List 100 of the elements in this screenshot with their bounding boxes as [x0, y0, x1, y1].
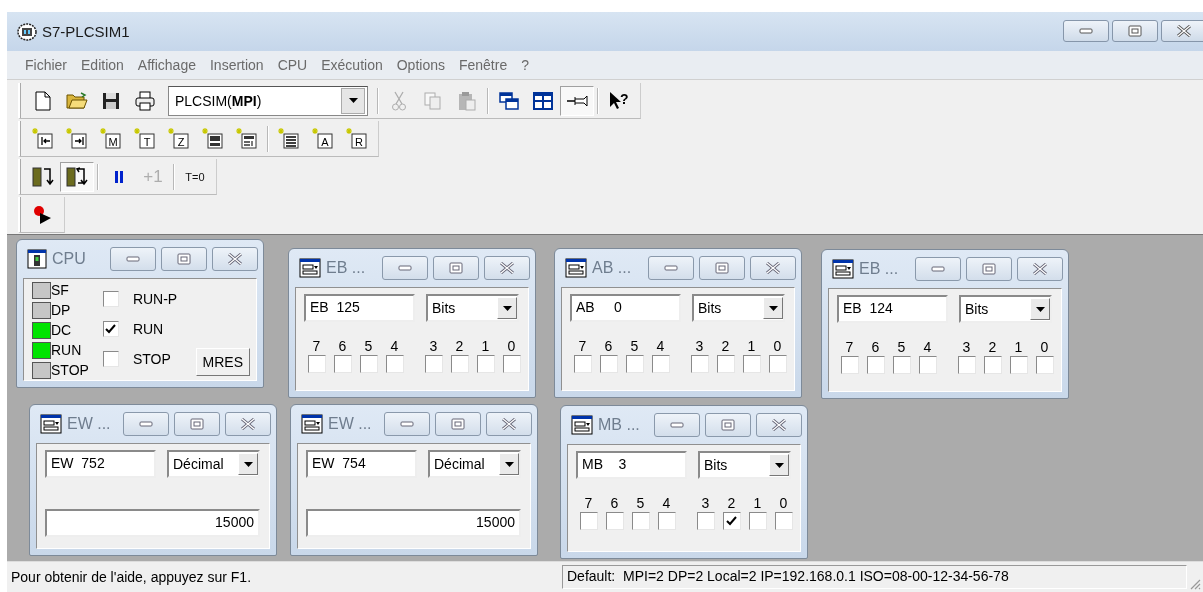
maximize-button[interactable] [161, 247, 207, 271]
close-button[interactable] [756, 413, 802, 437]
maximize-button[interactable] [435, 412, 481, 436]
menu-item[interactable]: CPU [270, 57, 315, 73]
close-button[interactable] [750, 256, 796, 280]
bit-checkbox[interactable] [696, 512, 715, 530]
menu-item[interactable]: Exécution [314, 57, 390, 73]
maximize-button[interactable] [699, 256, 745, 280]
address-field[interactable]: MB 3 [576, 451, 687, 479]
insert-window-button[interactable]: T [128, 123, 162, 154]
mode-checkbox[interactable] [102, 321, 119, 337]
bit-checkbox[interactable] [579, 512, 598, 530]
bit-checkbox[interactable] [307, 355, 326, 373]
menu-item[interactable]: Options [389, 57, 452, 73]
value-field[interactable]: 15000 [306, 509, 521, 537]
format-dropdown[interactable]: Bits [698, 451, 791, 479]
address-field[interactable]: EW 754 [306, 450, 417, 478]
minimize-button[interactable] [654, 413, 700, 437]
address-field[interactable]: EB 124 [837, 295, 948, 323]
close-button[interactable] [1017, 257, 1063, 281]
bit-checkbox[interactable] [1009, 356, 1028, 374]
bit-checkbox[interactable] [599, 355, 618, 373]
insert-window-button[interactable]: Z [162, 123, 196, 154]
format-dropdown[interactable]: Bits [692, 294, 785, 322]
address-field[interactable]: EB 125 [304, 294, 415, 322]
menu-item[interactable]: Fichier [18, 57, 74, 73]
continuous-scan-button[interactable] [60, 161, 94, 192]
minimize-button[interactable] [915, 257, 961, 281]
maximize-button[interactable] [174, 412, 220, 436]
bit-checkbox[interactable] [918, 356, 937, 374]
value-field[interactable]: 15000 [45, 509, 260, 537]
variable-window-icon [571, 415, 593, 435]
bit-checkbox[interactable] [774, 512, 793, 530]
connection-dropdown[interactable]: PLCSIM(MPI) [168, 85, 368, 116]
close-button[interactable] [484, 256, 530, 280]
close-button[interactable] [486, 412, 532, 436]
led-label: DC [51, 322, 72, 338]
pin-button[interactable] [560, 85, 594, 116]
bit-checkbox[interactable] [605, 512, 624, 530]
bit-checkbox[interactable] [476, 355, 495, 373]
format-dropdown[interactable]: Décimal [428, 450, 521, 478]
bit-checkbox[interactable] [625, 355, 644, 373]
variable-window-icon [301, 414, 323, 434]
format-dropdown[interactable]: Décimal [167, 450, 260, 478]
menu-item[interactable]: Insertion [202, 57, 271, 73]
mode-checkbox[interactable] [102, 351, 119, 367]
menu-item[interactable]: Fenêtre [451, 57, 515, 73]
checkmark-icon [105, 323, 117, 335]
bit-checkbox[interactable] [385, 355, 404, 373]
minimize-button[interactable] [648, 256, 694, 280]
minimize-button[interactable] [1063, 20, 1109, 42]
menu-item[interactable]: ? [514, 57, 536, 73]
bit-checkbox[interactable] [450, 355, 469, 373]
bit-checkbox[interactable] [651, 355, 670, 373]
reset-timers-button[interactable]: T=0 [178, 161, 212, 192]
bit-checkbox[interactable] [722, 512, 741, 530]
bit-checkbox[interactable] [983, 356, 1002, 374]
insert-window-button[interactable]: R [340, 123, 374, 154]
maximize-button[interactable] [433, 256, 479, 280]
address-field[interactable]: EW 752 [45, 450, 156, 478]
bit-checkbox[interactable] [359, 355, 378, 373]
menu-item[interactable]: Affichage [130, 57, 203, 73]
mres-button[interactable]: MRES [195, 348, 250, 376]
bit-checkbox[interactable] [573, 355, 592, 373]
minimize-button[interactable] [123, 412, 169, 436]
bit-checkbox[interactable] [690, 355, 709, 373]
help-button[interactable]: ? [602, 85, 636, 116]
close-button[interactable] [212, 247, 258, 271]
close-button[interactable] [1161, 20, 1203, 42]
bit-checkbox[interactable] [748, 512, 767, 530]
maximize-button[interactable] [705, 413, 751, 437]
bit-checkbox[interactable] [957, 356, 976, 374]
close-icon [227, 253, 243, 265]
bit-checkbox[interactable] [866, 356, 885, 374]
format-dropdown[interactable]: Bits [426, 294, 519, 322]
minimize-button[interactable] [110, 247, 156, 271]
bit-checkbox[interactable] [424, 355, 443, 373]
bit-checkbox[interactable] [333, 355, 352, 373]
bit-checkbox[interactable] [716, 355, 735, 373]
maximize-button[interactable] [966, 257, 1012, 281]
maximize-button[interactable] [1112, 20, 1158, 42]
bit-checkbox[interactable] [742, 355, 761, 373]
menu-item[interactable]: Edition [74, 57, 131, 73]
minimize-button[interactable] [384, 412, 430, 436]
bit-checkbox[interactable] [768, 355, 787, 373]
bit-checkbox[interactable] [892, 356, 911, 374]
address-field[interactable]: AB 0 [570, 294, 681, 322]
bit-number: 0 [1040, 339, 1049, 355]
mode-checkbox[interactable] [102, 291, 119, 307]
bit-checkbox[interactable] [631, 512, 650, 530]
bit-checkbox[interactable] [657, 512, 676, 530]
bit-checkbox[interactable] [840, 356, 859, 374]
insert-window-button[interactable]: M [94, 123, 128, 154]
minimize-button[interactable] [382, 256, 428, 280]
bit-checkbox[interactable] [502, 355, 521, 373]
bit-number: 4 [656, 338, 665, 354]
insert-window-button[interactable]: A [306, 123, 340, 154]
bit-checkbox[interactable] [1035, 356, 1054, 374]
close-button[interactable] [225, 412, 271, 436]
format-dropdown[interactable]: Bits [959, 295, 1052, 323]
